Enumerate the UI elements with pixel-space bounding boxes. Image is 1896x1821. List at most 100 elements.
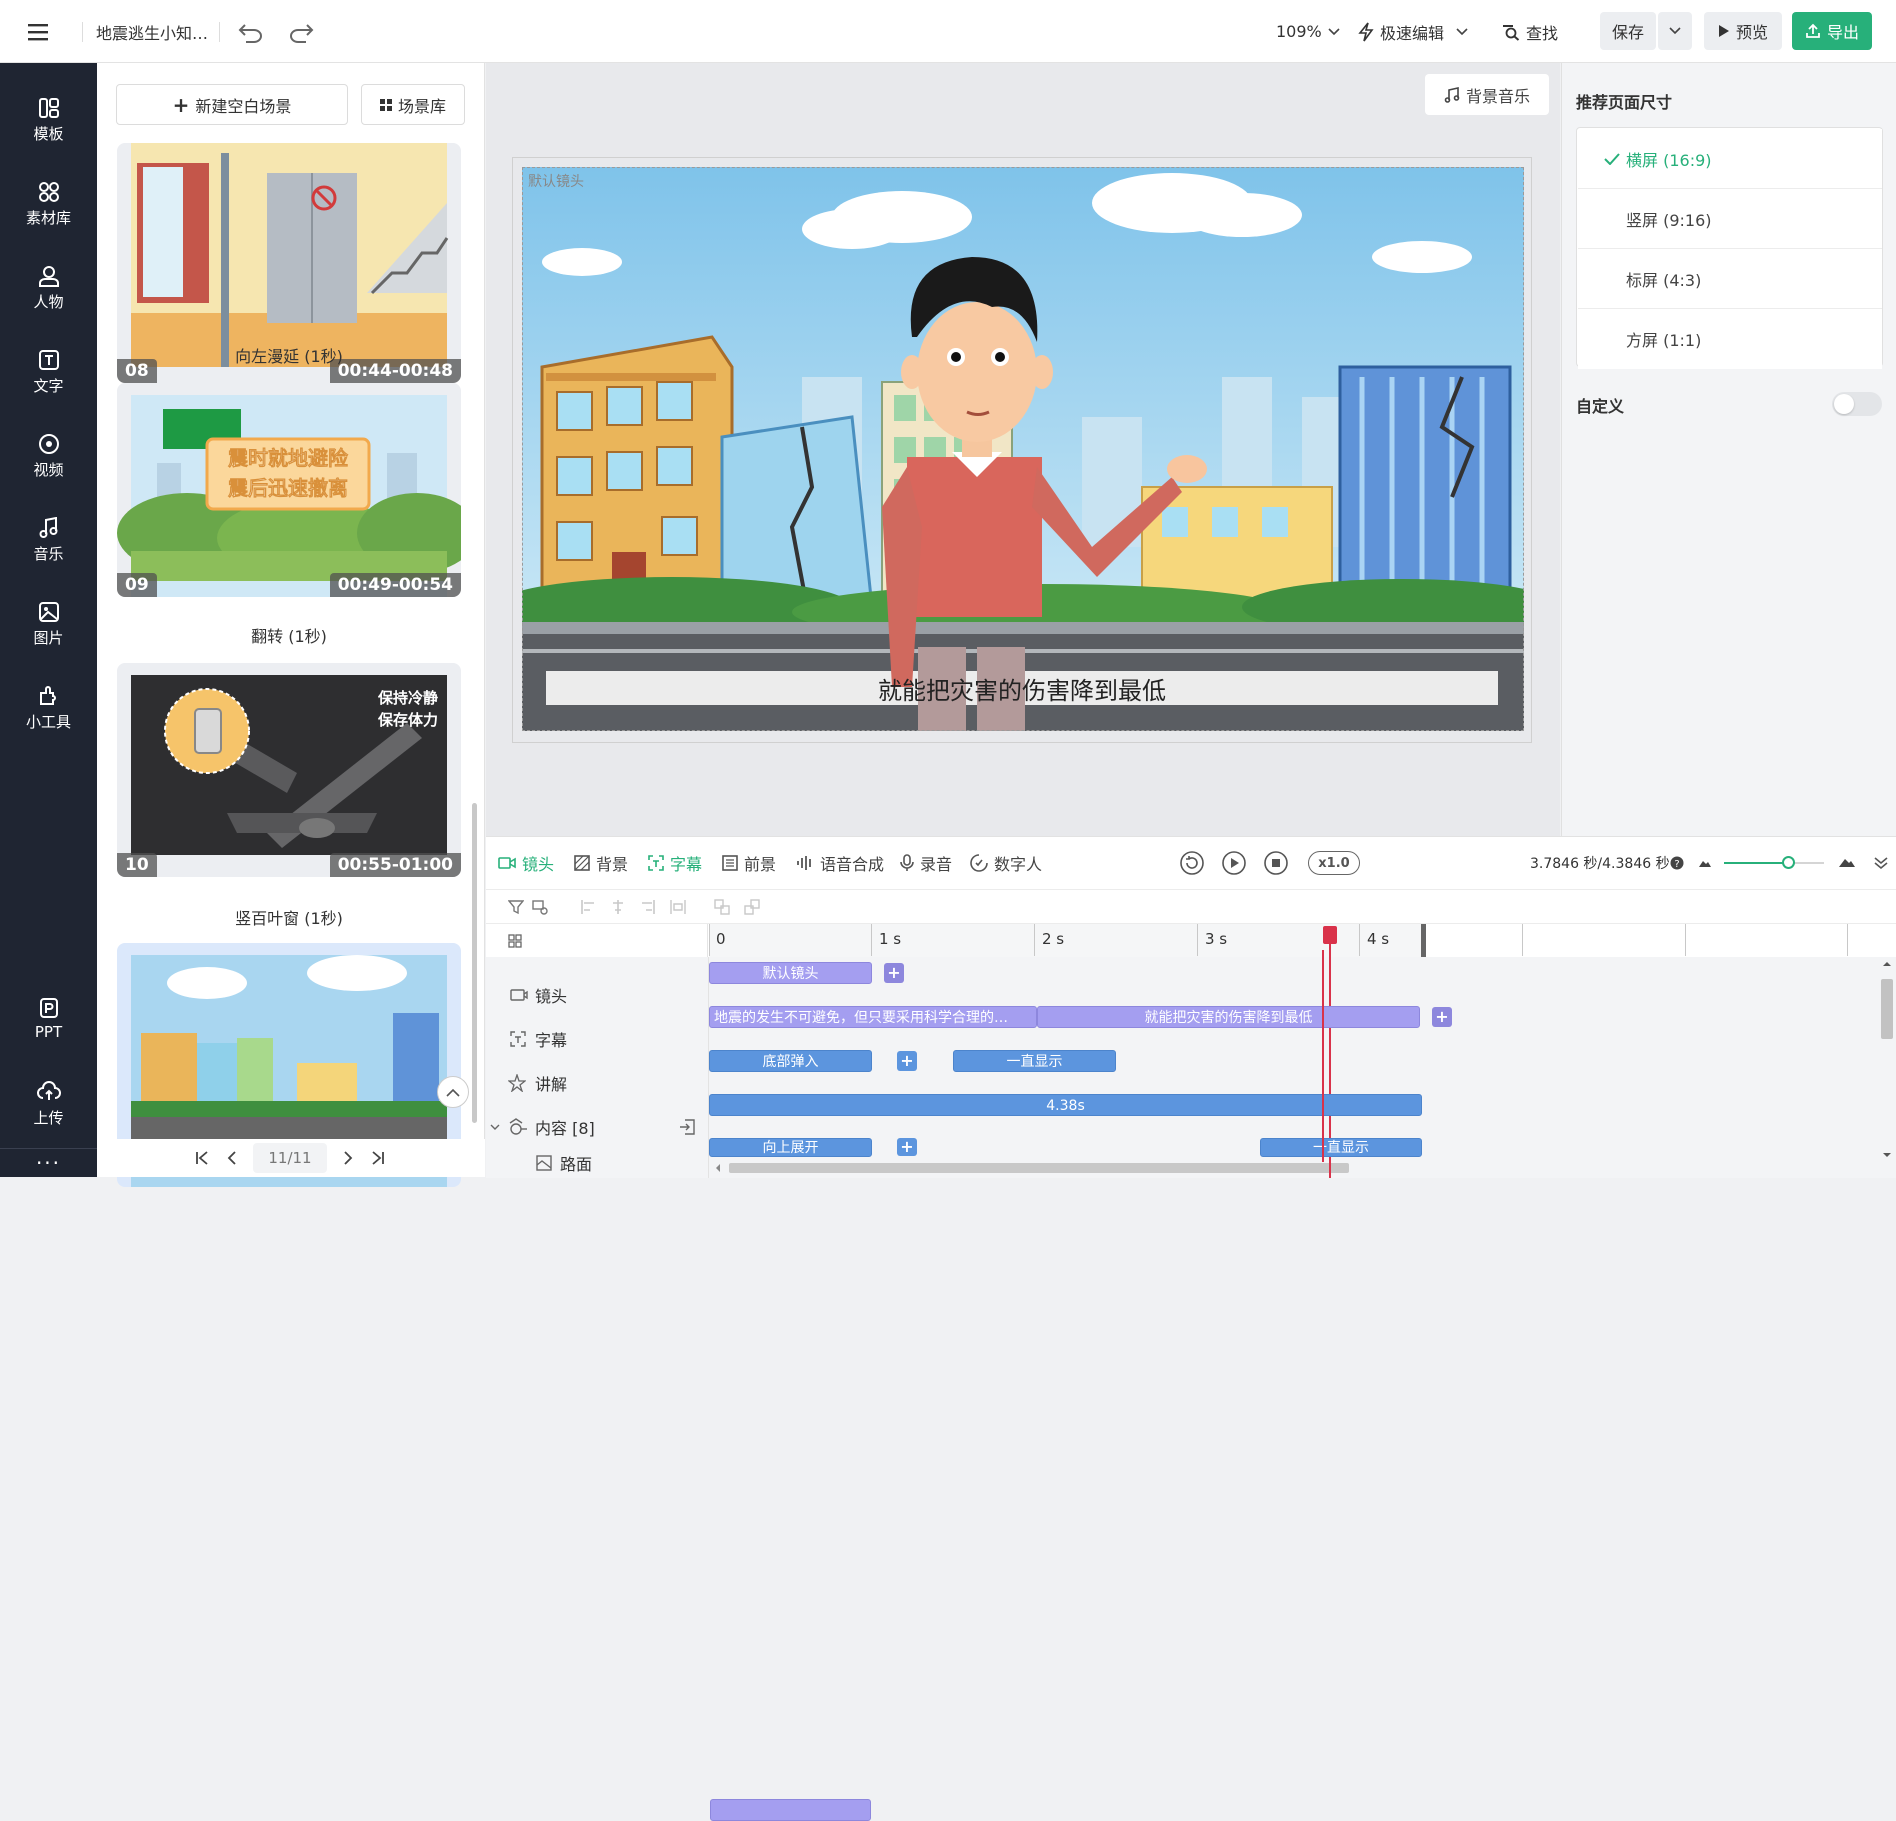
time-ruler[interactable]: 0 1 s 2 s 3 s 4 s <box>709 924 1896 957</box>
nav-label: 音乐 <box>33 545 64 563</box>
more-icon[interactable]: ··· <box>0 1151 97 1175</box>
first-page-icon[interactable] <box>195 1151 209 1165</box>
playhead-handle[interactable] <box>1323 926 1337 944</box>
project-title[interactable]: 地震逃生小知… <box>96 0 208 63</box>
stop-icon[interactable] <box>1263 850 1289 876</box>
scroll-left-icon[interactable] <box>715 1163 721 1173</box>
nav-tools[interactable]: 小工具 <box>0 677 97 747</box>
export-button[interactable]: 导出 <box>1792 12 1872 50</box>
foreground-icon <box>722 855 738 871</box>
nav-upload[interactable]: 上传 <box>0 1073 97 1143</box>
enter-group-icon[interactable] <box>679 1119 695 1135</box>
clip-lens[interactable]: 默认镜头 <box>709 962 872 984</box>
scene-library-button[interactable]: 场景库 <box>361 84 465 125</box>
size-option-4-3[interactable]: 标屏 (4:3) <box>1578 249 1882 309</box>
zoom-out-icon[interactable] <box>1698 858 1712 868</box>
redo-icon[interactable] <box>288 0 314 63</box>
nav-template[interactable]: 模板 <box>0 89 97 159</box>
tools-icon <box>39 686 56 705</box>
play-icon[interactable] <box>1221 850 1247 876</box>
save-options-button[interactable] <box>1658 12 1692 50</box>
save-button[interactable]: 保存 <box>1600 12 1656 50</box>
tab-tts[interactable]: 语音合成 <box>796 837 884 889</box>
clip-subtitle[interactable]: 就能把灾害的伤害降到最低 <box>1037 1006 1420 1028</box>
new-scene-button[interactable]: + 新建空白场景 <box>116 84 348 125</box>
track-explain[interactable]: 讲解 <box>486 1061 708 1105</box>
bg-music-button[interactable]: 背景音乐 <box>1425 74 1549 115</box>
track-road[interactable]: 路面 <box>486 1149 708 1178</box>
chevron-down-icon[interactable] <box>490 1124 500 1131</box>
track-content[interactable]: 内容 [8] <box>486 1105 708 1149</box>
collapse-icon[interactable] <box>1874 856 1888 870</box>
size-option-9-16[interactable]: 竖屏 (9:16) <box>1578 189 1882 249</box>
scene-scrollbar[interactable] <box>472 803 477 1123</box>
find-button[interactable]: 查找 <box>1502 0 1558 63</box>
filter-icon[interactable] <box>508 899 524 915</box>
align-center-icon[interactable] <box>610 899 626 915</box>
ungroup-icon[interactable] <box>744 899 760 915</box>
tab-foreground[interactable]: 前景 <box>722 837 776 889</box>
clip-road[interactable]: 一直显示 <box>1260 1138 1422 1157</box>
canvas-subtitle[interactable]: 就能把灾害的伤害降到最低 <box>546 671 1498 705</box>
zoom-select[interactable]: 109% <box>1276 0 1340 63</box>
grid-layout-icon[interactable] <box>508 934 522 948</box>
grid-icon <box>379 98 392 111</box>
scroll-to-top-button[interactable] <box>437 1076 469 1108</box>
panel-title: 推荐页面尺寸 <box>1576 93 1673 112</box>
track-subtitle[interactable]: 字幕 <box>486 1017 708 1061</box>
edit-mode-select[interactable]: 极速编辑 <box>1358 0 1468 63</box>
distribute-icon[interactable] <box>670 899 686 915</box>
help-icon[interactable]: ? <box>1670 856 1684 870</box>
nav-image[interactable]: 图片 <box>0 593 97 663</box>
tab-lens[interactable]: 镜头 <box>498 837 554 889</box>
scene-stage[interactable] <box>522 167 1524 731</box>
group-icon[interactable] <box>714 899 730 915</box>
clip-lens[interactable] <box>710 1799 871 1821</box>
nav-music[interactable]: 音乐 <box>0 509 97 579</box>
size-option-1-1[interactable]: 方屏 (1:1) <box>1578 309 1882 369</box>
clip-subtitle[interactable]: 地震的发生不可避免，但只要采用科学合理的… <box>709 1006 1037 1028</box>
next-page-icon[interactable] <box>343 1151 353 1165</box>
page-input[interactable]: 11/11 <box>253 1143 327 1173</box>
align-left-icon[interactable] <box>580 899 596 915</box>
timeline-hscroll[interactable] <box>709 1159 1877 1177</box>
track-lens[interactable]: 镜头 <box>486 973 708 1017</box>
speed-button[interactable]: x1.0 <box>1308 851 1360 875</box>
add-subtitle-clip-button[interactable]: + <box>1432 1007 1452 1027</box>
clip-road[interactable]: 向上展开 <box>709 1138 872 1157</box>
tab-digital-human[interactable]: 数字人 <box>970 837 1042 889</box>
zoom-slider-handle[interactable] <box>1782 856 1795 869</box>
undo-icon[interactable] <box>238 0 264 63</box>
nav-ppt[interactable]: PPT <box>0 989 97 1059</box>
zoom-slider-track[interactable] <box>1724 856 1824 869</box>
prev-page-icon[interactable] <box>227 1151 237 1165</box>
size-option-16-9[interactable]: 横屏 (16:9) <box>1578 129 1882 189</box>
scroll-down-icon[interactable] <box>1882 1152 1892 1158</box>
nav-material[interactable]: 素材库 <box>0 173 97 243</box>
add-road-clip-button[interactable]: + <box>897 1138 917 1156</box>
nav-text[interactable]: 文字 <box>0 341 97 411</box>
scroll-up-icon[interactable] <box>1882 961 1892 967</box>
layer-settings-icon[interactable] <box>532 899 548 915</box>
scene-card-10[interactable]: 保持冷静 保存体力 10 00:55-01:00 <box>117 663 461 877</box>
tab-background[interactable]: 背景 <box>574 837 628 889</box>
last-page-icon[interactable] <box>371 1151 385 1165</box>
tab-record[interactable]: 录音 <box>900 837 952 889</box>
add-lens-clip-button[interactable]: + <box>884 963 904 983</box>
preview-button[interactable]: 预览 <box>1704 12 1782 50</box>
nav-video[interactable]: 视频 <box>0 425 97 495</box>
sign-line: 震时就地避险 <box>228 446 349 471</box>
tab-subtitle[interactable]: 字幕 <box>648 837 702 889</box>
add-explain-clip-button[interactable]: + <box>897 1051 917 1071</box>
timeline-vscroll[interactable] <box>1878 957 1896 1162</box>
clip-explain[interactable]: 底部弹入 <box>709 1050 872 1072</box>
replay-icon[interactable] <box>1179 850 1205 876</box>
zoom-in-icon[interactable] <box>1838 856 1856 868</box>
clip-explain[interactable]: 一直显示 <box>953 1050 1116 1072</box>
menu-icon[interactable] <box>28 0 50 63</box>
scene-card-09[interactable]: 震时就地避险 震后迅速撤离 09 00:49-00:54 <box>117 383 461 597</box>
align-right-icon[interactable] <box>640 899 656 915</box>
custom-toggle[interactable] <box>1832 392 1882 416</box>
nav-person[interactable]: 人物 <box>0 257 97 327</box>
clip-content[interactable]: 4.38s <box>709 1094 1422 1116</box>
